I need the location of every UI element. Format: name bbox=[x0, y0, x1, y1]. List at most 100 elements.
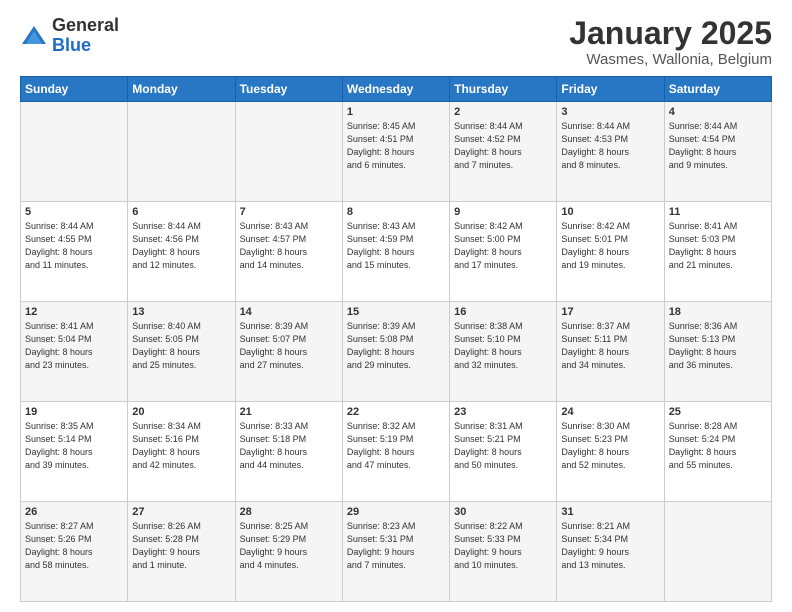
calendar-cell: 15 Sunrise: 8:39 AM Sunset: 5:08 PM Dayli… bbox=[342, 302, 449, 402]
month-title: January 2025 bbox=[569, 16, 772, 51]
calendar-week-1: 1 Sunrise: 8:45 AM Sunset: 4:51 PM Daylig… bbox=[21, 102, 772, 202]
day-info: Sunrise: 8:21 AM Sunset: 5:34 PM Dayligh… bbox=[561, 520, 659, 572]
day-info: Sunrise: 8:26 AM Sunset: 5:28 PM Dayligh… bbox=[132, 520, 230, 572]
day-number: 11 bbox=[669, 206, 767, 218]
calendar-week-5: 26 Sunrise: 8:27 AM Sunset: 5:26 PM Dayli… bbox=[21, 502, 772, 602]
day-number: 5 bbox=[25, 206, 123, 218]
day-number: 27 bbox=[132, 506, 230, 518]
day-info: Sunrise: 8:42 AM Sunset: 5:00 PM Dayligh… bbox=[454, 220, 552, 272]
calendar-cell: 17Sunrise: 8:37 AM Sunset: 5:11 PM Dayli… bbox=[557, 302, 664, 402]
calendar-week-2: 5 Sunrise: 8:44 AM Sunset: 4:55 PM Daylig… bbox=[21, 202, 772, 302]
calendar-cell: 31 Sunrise: 8:21 AM Sunset: 5:34 PM Dayli… bbox=[557, 502, 664, 602]
calendar-cell: 26 Sunrise: 8:27 AM Sunset: 5:26 PM Dayli… bbox=[21, 502, 128, 602]
logo-blue-text: Blue bbox=[52, 36, 119, 56]
calendar-cell: 5 Sunrise: 8:44 AM Sunset: 4:55 PM Daylig… bbox=[21, 202, 128, 302]
day-info: Sunrise: 8:43 AM Sunset: 4:59 PM Dayligh… bbox=[347, 220, 445, 272]
calendar-body: 1 Sunrise: 8:45 AM Sunset: 4:51 PM Daylig… bbox=[21, 102, 772, 602]
day-number: 29 bbox=[347, 506, 445, 518]
calendar-cell: 10 Sunrise: 8:42 AM Sunset: 5:01 PM Dayli… bbox=[557, 202, 664, 302]
day-number: 26 bbox=[25, 506, 123, 518]
page: General Blue January 2025 Wasmes, Wallon… bbox=[0, 0, 792, 612]
day-number: 20 bbox=[132, 406, 230, 418]
calendar-cell: 16 Sunrise: 8:38 AM Sunset: 5:10 PM Dayli… bbox=[450, 302, 557, 402]
day-number: 22 bbox=[347, 406, 445, 418]
weekday-header-sunday: Sunday bbox=[21, 77, 128, 102]
calendar-cell: 11 Sunrise: 8:41 AM Sunset: 5:03 PM Dayli… bbox=[664, 202, 771, 302]
calendar-cell: 27 Sunrise: 8:26 AM Sunset: 5:28 PM Dayli… bbox=[128, 502, 235, 602]
day-number: 23 bbox=[454, 406, 552, 418]
day-info: Sunrise: 8:27 AM Sunset: 5:26 PM Dayligh… bbox=[25, 520, 123, 572]
calendar-cell: 23 Sunrise: 8:31 AM Sunset: 5:21 PM Dayli… bbox=[450, 402, 557, 502]
day-number: 8 bbox=[347, 206, 445, 218]
day-info: Sunrise: 8:34 AM Sunset: 5:16 PM Dayligh… bbox=[132, 420, 230, 472]
day-number: 31 bbox=[561, 506, 659, 518]
calendar-cell: 12 Sunrise: 8:41 AM Sunset: 5:04 PM Dayli… bbox=[21, 302, 128, 402]
day-info: Sunrise: 8:45 AM Sunset: 4:51 PM Dayligh… bbox=[347, 120, 445, 172]
calendar-cell bbox=[664, 502, 771, 602]
day-number: 4 bbox=[669, 106, 767, 118]
day-info: Sunrise: 8:32 AM Sunset: 5:19 PM Dayligh… bbox=[347, 420, 445, 472]
day-number: 28 bbox=[240, 506, 338, 518]
day-info: Sunrise: 8:42 AM Sunset: 5:01 PM Dayligh… bbox=[561, 220, 659, 272]
calendar-cell: 6Sunrise: 8:44 AM Sunset: 4:56 PM Daylig… bbox=[128, 202, 235, 302]
day-info: Sunrise: 8:39 AM Sunset: 5:08 PM Dayligh… bbox=[347, 320, 445, 372]
calendar-cell: 9 Sunrise: 8:42 AM Sunset: 5:00 PM Daylig… bbox=[450, 202, 557, 302]
day-info: Sunrise: 8:37 AM Sunset: 5:11 PM Dayligh… bbox=[561, 320, 659, 372]
weekday-header-wednesday: Wednesday bbox=[342, 77, 449, 102]
day-number: 15 bbox=[347, 306, 445, 318]
calendar-table: SundayMondayTuesdayWednesdayThursdayFrid… bbox=[20, 76, 772, 602]
day-number: 16 bbox=[454, 306, 552, 318]
day-info: Sunrise: 8:41 AM Sunset: 5:03 PM Dayligh… bbox=[669, 220, 767, 272]
calendar-week-4: 19 Sunrise: 8:35 AM Sunset: 5:14 PM Dayli… bbox=[21, 402, 772, 502]
calendar-cell: 18Sunrise: 8:36 AM Sunset: 5:13 PM Dayli… bbox=[664, 302, 771, 402]
day-number: 25 bbox=[669, 406, 767, 418]
day-info: Sunrise: 8:23 AM Sunset: 5:31 PM Dayligh… bbox=[347, 520, 445, 572]
day-number: 13 bbox=[132, 306, 230, 318]
calendar-cell: 2 Sunrise: 8:44 AM Sunset: 4:52 PM Daylig… bbox=[450, 102, 557, 202]
weekday-header-monday: Monday bbox=[128, 77, 235, 102]
calendar-cell bbox=[21, 102, 128, 202]
day-info: Sunrise: 8:28 AM Sunset: 5:24 PM Dayligh… bbox=[669, 420, 767, 472]
day-number: 30 bbox=[454, 506, 552, 518]
day-info: Sunrise: 8:41 AM Sunset: 5:04 PM Dayligh… bbox=[25, 320, 123, 372]
location: Wasmes, Wallonia, Belgium bbox=[569, 51, 772, 68]
day-info: Sunrise: 8:38 AM Sunset: 5:10 PM Dayligh… bbox=[454, 320, 552, 372]
calendar-cell: 14Sunrise: 8:39 AM Sunset: 5:07 PM Dayli… bbox=[235, 302, 342, 402]
logo: General Blue bbox=[20, 16, 119, 56]
calendar-cell: 20 Sunrise: 8:34 AM Sunset: 5:16 PM Dayli… bbox=[128, 402, 235, 502]
day-info: Sunrise: 8:40 AM Sunset: 5:05 PM Dayligh… bbox=[132, 320, 230, 372]
calendar-cell: 22 Sunrise: 8:32 AM Sunset: 5:19 PM Dayli… bbox=[342, 402, 449, 502]
calendar-header: SundayMondayTuesdayWednesdayThursdayFrid… bbox=[21, 77, 772, 102]
calendar-cell bbox=[128, 102, 235, 202]
day-info: Sunrise: 8:39 AM Sunset: 5:07 PM Dayligh… bbox=[240, 320, 338, 372]
weekday-header-friday: Friday bbox=[557, 77, 664, 102]
weekday-header-saturday: Saturday bbox=[664, 77, 771, 102]
day-number: 1 bbox=[347, 106, 445, 118]
day-number: 9 bbox=[454, 206, 552, 218]
day-info: Sunrise: 8:44 AM Sunset: 4:52 PM Dayligh… bbox=[454, 120, 552, 172]
weekday-row: SundayMondayTuesdayWednesdayThursdayFrid… bbox=[21, 77, 772, 102]
day-info: Sunrise: 8:31 AM Sunset: 5:21 PM Dayligh… bbox=[454, 420, 552, 472]
day-info: Sunrise: 8:36 AM Sunset: 5:13 PM Dayligh… bbox=[669, 320, 767, 372]
day-number: 2 bbox=[454, 106, 552, 118]
day-info: Sunrise: 8:25 AM Sunset: 5:29 PM Dayligh… bbox=[240, 520, 338, 572]
calendar-cell: 13 Sunrise: 8:40 AM Sunset: 5:05 PM Dayli… bbox=[128, 302, 235, 402]
day-info: Sunrise: 8:44 AM Sunset: 4:53 PM Dayligh… bbox=[561, 120, 659, 172]
logo-text: General Blue bbox=[52, 16, 119, 56]
day-number: 12 bbox=[25, 306, 123, 318]
day-info: Sunrise: 8:44 AM Sunset: 4:56 PM Dayligh… bbox=[132, 220, 230, 272]
day-info: Sunrise: 8:30 AM Sunset: 5:23 PM Dayligh… bbox=[561, 420, 659, 472]
day-number: 10 bbox=[561, 206, 659, 218]
day-number: 19 bbox=[25, 406, 123, 418]
calendar-cell: 3Sunrise: 8:44 AM Sunset: 4:53 PM Daylig… bbox=[557, 102, 664, 202]
weekday-header-tuesday: Tuesday bbox=[235, 77, 342, 102]
day-info: Sunrise: 8:35 AM Sunset: 5:14 PM Dayligh… bbox=[25, 420, 123, 472]
day-number: 21 bbox=[240, 406, 338, 418]
calendar-cell: 30Sunrise: 8:22 AM Sunset: 5:33 PM Dayli… bbox=[450, 502, 557, 602]
day-info: Sunrise: 8:43 AM Sunset: 4:57 PM Dayligh… bbox=[240, 220, 338, 272]
day-info: Sunrise: 8:44 AM Sunset: 4:54 PM Dayligh… bbox=[669, 120, 767, 172]
logo-general-text: General bbox=[52, 16, 119, 36]
calendar-cell: 1 Sunrise: 8:45 AM Sunset: 4:51 PM Daylig… bbox=[342, 102, 449, 202]
calendar-cell bbox=[235, 102, 342, 202]
day-info: Sunrise: 8:44 AM Sunset: 4:55 PM Dayligh… bbox=[25, 220, 123, 272]
